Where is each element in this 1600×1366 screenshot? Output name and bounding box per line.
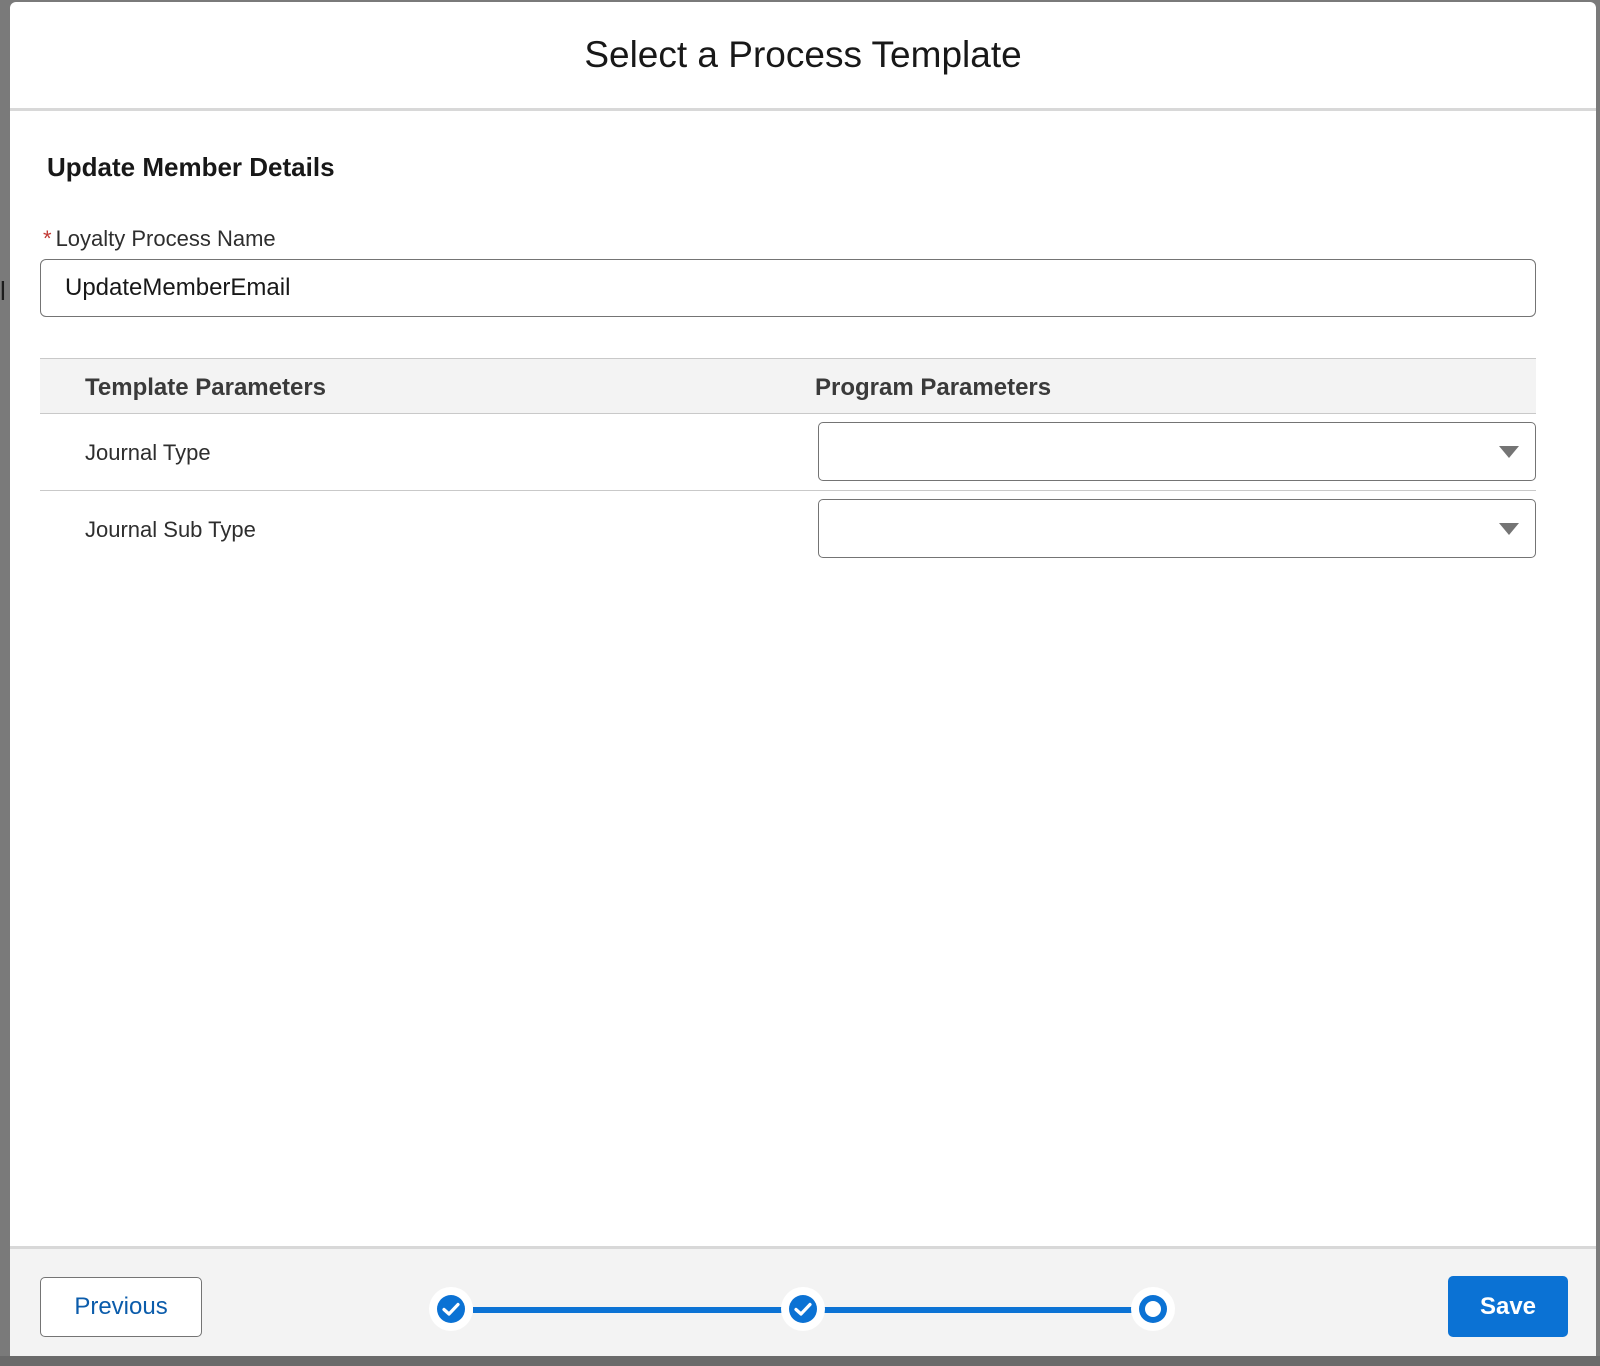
table-row: Journal Sub Type (40, 491, 1536, 567)
check-circle-icon (781, 1287, 825, 1331)
journal-sub-type-select[interactable] (818, 499, 1536, 558)
modal-header: Select a Process Template (10, 2, 1596, 111)
ring-icon (1131, 1287, 1175, 1331)
field-label-text: Loyalty Process Name (55, 226, 276, 251)
previous-button[interactable]: Previous (40, 1277, 202, 1337)
progress-step-1[interactable] (427, 1285, 475, 1333)
modal-title: Select a Process Template (584, 34, 1022, 75)
background-strip (0, 1356, 1600, 1366)
row-label-journal-type: Journal Type (85, 440, 211, 465)
section-title: Update Member Details (47, 152, 335, 182)
process-template-modal: Select a Process Template Update Member … (10, 2, 1596, 1358)
save-button[interactable]: Save (1448, 1276, 1568, 1337)
background-fragment: l (0, 276, 6, 306)
loyalty-process-name-label: * Loyalty Process Name (43, 226, 276, 252)
caret-down-icon (1499, 523, 1519, 535)
header-program-parameters: Program Parameters (815, 374, 1052, 401)
check-circle-icon (429, 1287, 473, 1331)
progress-bar-segment (823, 1307, 1133, 1313)
header-template-parameters: Template Parameters (85, 374, 327, 401)
table-header: Template Parameters Program Parameters (40, 358, 1536, 414)
journal-type-select[interactable] (818, 422, 1536, 481)
progress-bar-segment (473, 1307, 783, 1313)
modal-footer: Previous Save (10, 1246, 1596, 1358)
progress-step-3[interactable] (1129, 1285, 1177, 1333)
caret-down-icon (1499, 446, 1519, 458)
row-label-journal-sub-type: Journal Sub Type (85, 517, 256, 542)
loyalty-process-name-input[interactable] (40, 259, 1536, 317)
progress-indicator (429, 1285, 1193, 1333)
required-marker: * (43, 226, 52, 251)
progress-step-2[interactable] (779, 1285, 827, 1333)
parameters-table: Template Parameters Program Parameters J… (40, 358, 1536, 567)
table-row: Journal Type (40, 414, 1536, 491)
